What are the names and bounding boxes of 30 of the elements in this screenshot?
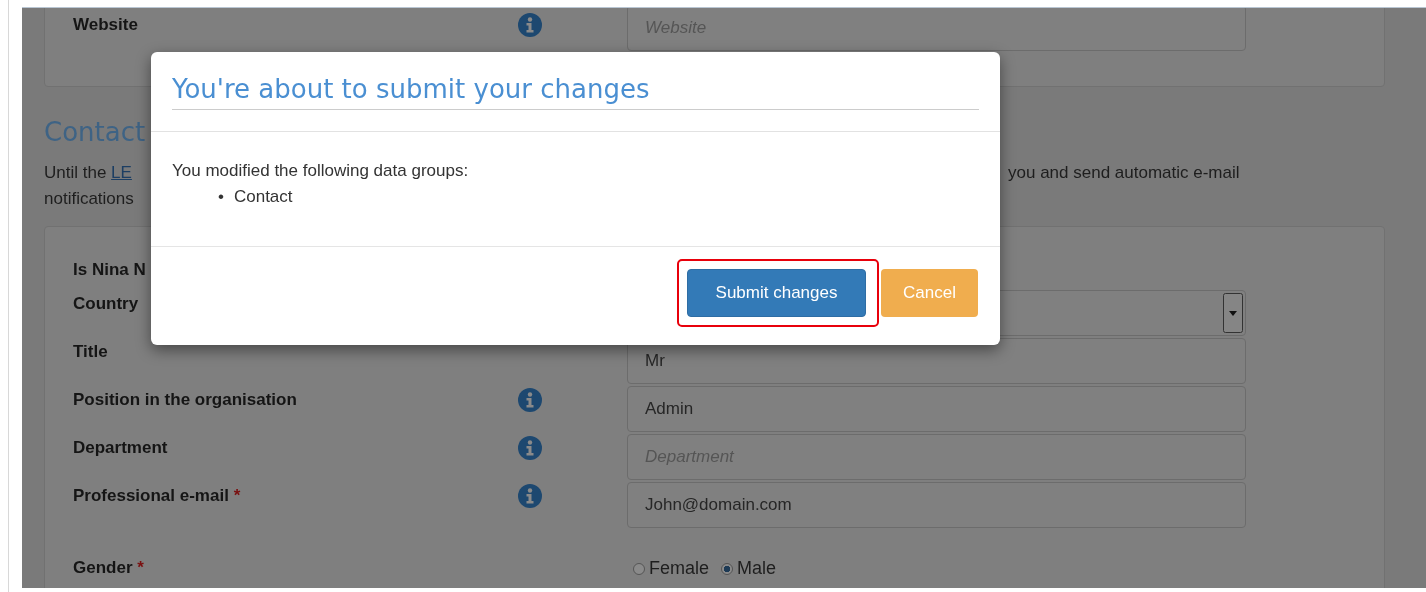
field-label: Department <box>73 438 168 457</box>
text-field[interactable]: Admin <box>627 386 1246 432</box>
text-field[interactable]: John@domain.com <box>627 482 1246 528</box>
section-heading: Contact <box>44 117 146 147</box>
radio-label: Male <box>737 558 777 579</box>
field-label: Title <box>73 342 108 361</box>
radio-label: Female <box>649 558 710 579</box>
radio-button[interactable] <box>721 562 734 575</box>
field-label: Country <box>73 294 139 313</box>
field-label: Position in the organisation <box>73 390 297 409</box>
info-icon[interactable] <box>518 13 542 37</box>
text-field[interactable]: Mr <box>627 338 1246 384</box>
info-icon[interactable] <box>518 484 542 508</box>
intro-link[interactable]: LE <box>111 163 132 182</box>
cancel-button[interactable]: Cancel <box>881 269 978 317</box>
intro-text: you and send automatic e-mail <box>1008 163 1240 182</box>
info-icon[interactable] <box>518 388 542 412</box>
radio-button[interactable] <box>633 562 645 575</box>
list-item: Contact <box>233 186 293 208</box>
dialog-message: You modified the following data groups: <box>172 160 470 182</box>
intro-text: notifications <box>44 189 134 208</box>
field-label: Professional e-mail * <box>73 486 241 505</box>
list-bullet: • <box>218 186 224 208</box>
dialog-title: You're about to submit your changes <box>172 74 979 110</box>
field-label: Gender * <box>73 558 144 577</box>
info-icon[interactable] <box>518 436 542 460</box>
field-label: Website <box>73 15 138 34</box>
submit-button[interactable]: Submit changes <box>687 269 866 317</box>
field-label: Is Nina N <box>73 260 146 279</box>
intro-text: Until the <box>44 163 107 182</box>
